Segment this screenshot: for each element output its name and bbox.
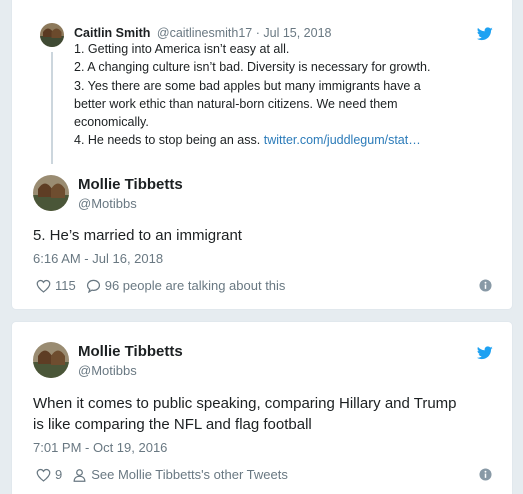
heart-icon[interactable]: [36, 279, 51, 293]
author-handle[interactable]: @Motibbs: [78, 363, 137, 378]
quoted-author-name[interactable]: Caitlin Smith: [74, 26, 150, 40]
tweet-text: When it comes to public speaking, compar…: [33, 394, 503, 435]
thread-line: [51, 52, 53, 164]
quoted-link[interactable]: twitter.com/juddlegum/stat…: [264, 133, 421, 147]
quoted-line: 3. Yes there are some bad apples but man…: [74, 78, 421, 93]
quoted-line: economically.: [74, 115, 149, 130]
quoted-line: 1. Getting into America isn’t easy at al…: [74, 42, 290, 56]
like-count[interactable]: 9: [55, 467, 62, 482]
quoted-tweet-text: 1. Getting into America isn’t easy at al…: [74, 40, 504, 150]
quoted-author-handle[interactable]: @caitlinesmith17: [157, 26, 252, 40]
author-avatar[interactable]: [33, 175, 69, 211]
quoted-line: better work ethic than natural-born citi…: [74, 96, 398, 111]
tweet-text: 5. He’s married to an immigrant: [33, 227, 242, 244]
tweet-timestamp[interactable]: 7:01 PM - Oct 19, 2016: [33, 440, 167, 455]
embedded-tweet-card-2: Mollie Tibbetts @Motibbs When it comes t…: [11, 321, 513, 494]
tweet-actions: 9 See Mollie Tibbetts's other Tweets: [36, 467, 288, 482]
talking-count[interactable]: 96 people are talking about this: [105, 278, 286, 293]
quoted-avatar[interactable]: [40, 23, 64, 47]
embedded-tweet-card-1: Caitlin Smith @caitlinesmith17 · Jul 15,…: [11, 0, 513, 310]
heart-icon[interactable]: [36, 468, 51, 482]
quoted-separator: ·: [252, 26, 264, 40]
quoted-line: 2. A changing culture isn’t bad. Diversi…: [74, 60, 431, 75]
tweet-text-line: When it comes to public speaking, compar…: [33, 395, 457, 412]
author-name[interactable]: Mollie Tibbetts: [78, 176, 183, 193]
info-icon[interactable]: [479, 468, 492, 481]
quoted-line: 4. He needs to stop being an ass.: [74, 133, 264, 148]
quoted-header: Caitlin Smith @caitlinesmith17 · Jul 15,…: [74, 26, 331, 40]
person-icon[interactable]: [72, 468, 87, 482]
twitter-bird-icon[interactable]: [477, 346, 493, 360]
speech-bubble-icon[interactable]: [86, 279, 101, 293]
info-icon[interactable]: [479, 279, 492, 292]
author-name[interactable]: Mollie Tibbetts: [78, 343, 183, 360]
tweet-actions: 115 96 people are talking about this: [36, 278, 285, 293]
tweet-text-line: is like comparing the NFL and flag footb…: [33, 415, 312, 433]
tweet-timestamp[interactable]: 6:16 AM - Jul 16, 2018: [33, 251, 163, 266]
quoted-line-with-link: 4. He needs to stop being an ass. twitte…: [74, 131, 504, 149]
twitter-bird-icon[interactable]: [477, 27, 493, 41]
quoted-date[interactable]: Jul 15, 2018: [263, 26, 331, 40]
like-count[interactable]: 115: [55, 278, 76, 293]
author-handle[interactable]: @Motibbs: [78, 196, 137, 211]
other-tweets-link[interactable]: See Mollie Tibbetts's other Tweets: [91, 467, 288, 482]
author-avatar[interactable]: [33, 342, 69, 378]
